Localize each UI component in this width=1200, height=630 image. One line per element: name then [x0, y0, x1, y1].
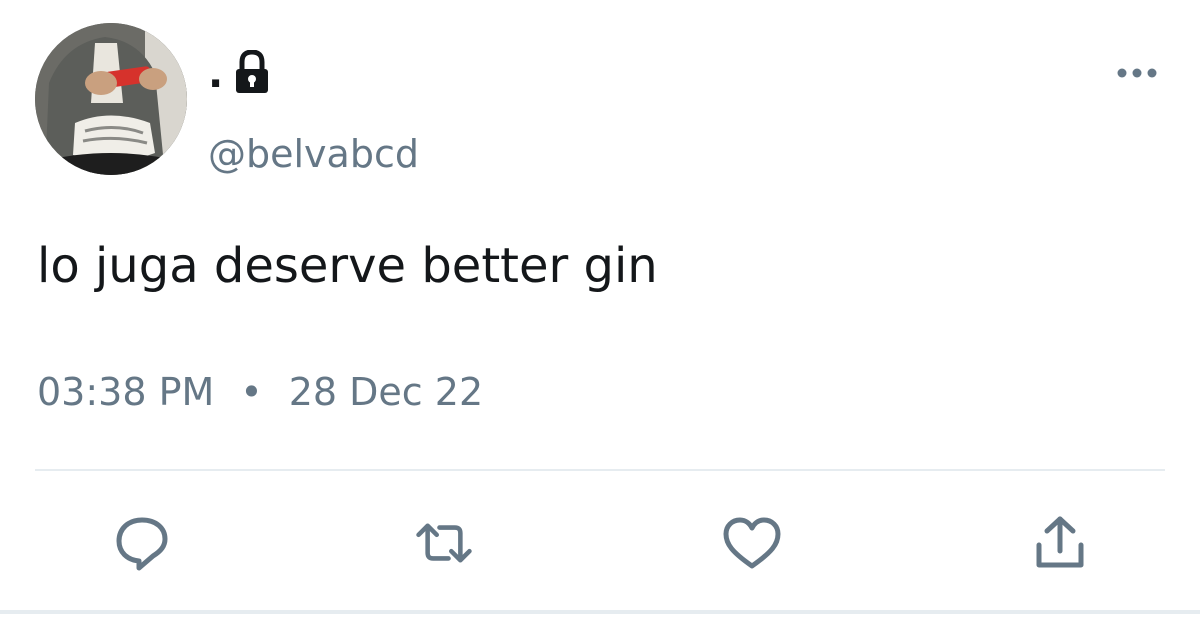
retweet-icon: [416, 523, 472, 563]
reply-button[interactable]: [112, 513, 172, 573]
heart-icon: [723, 517, 781, 569]
lock-icon: [233, 49, 271, 94]
tweet-time: 03:38 PM: [37, 370, 215, 414]
tweet-timestamp[interactable]: 03:38 PM • 28 Dec 22: [37, 368, 483, 416]
more-options-button[interactable]: [1112, 58, 1162, 88]
more-options-icon: [1117, 68, 1157, 78]
author-handle[interactable]: @belvabcd: [208, 132, 419, 176]
display-name[interactable]: .: [208, 52, 223, 96]
share-button[interactable]: [1030, 513, 1090, 573]
tweet-text: lo juga deserve better gin: [37, 238, 658, 294]
tweet-card: . @belvabcd lo juga deserve better gin 0…: [0, 0, 1200, 630]
divider: [35, 469, 1165, 471]
share-icon: [1036, 516, 1084, 568]
avatar-photo-icon: [35, 23, 187, 175]
bottom-border: [0, 610, 1200, 614]
timestamp-separator: •: [240, 370, 263, 414]
avatar[interactable]: [35, 23, 187, 175]
tweet-date: 28 Dec 22: [288, 370, 484, 414]
reply-icon: [116, 517, 168, 571]
author-name-row: .: [208, 40, 271, 96]
retweet-button[interactable]: [414, 513, 474, 573]
like-button[interactable]: [722, 513, 782, 573]
